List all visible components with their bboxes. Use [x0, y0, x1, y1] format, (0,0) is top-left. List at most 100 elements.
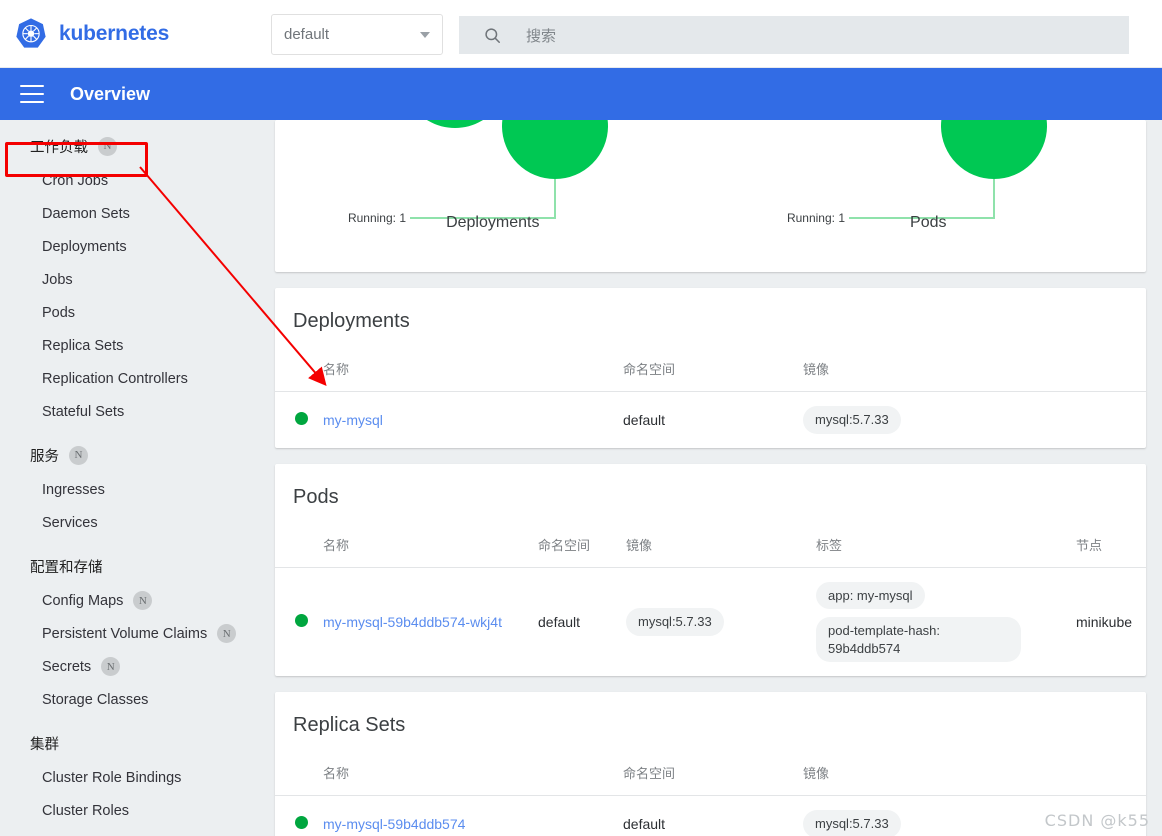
sidebar-item-label: Storage Classes [42, 691, 149, 708]
namespace-selected-value: default [284, 26, 330, 43]
table-row[interactable]: my-mysql default mysql:5.7.33 [275, 392, 1146, 448]
page-title: Overview [70, 83, 151, 104]
sidebar-group-services[interactable]: 服务 N [0, 437, 261, 473]
label-chip-app: app: my-mysql [816, 581, 925, 610]
sidebar-item-cluster-roles[interactable]: Cluster Roles [0, 794, 261, 827]
sidebar-item-storage-classes[interactable]: Storage Classes [0, 683, 261, 716]
sidebar-item-stateful-sets[interactable]: Stateful Sets [0, 395, 261, 428]
pods-table: 名称 命名空间 镜像 标签 节点 my-mysql-59b4ddb574-wkj… [275, 524, 1146, 677]
kubernetes-helm-logo [16, 17, 46, 48]
sidebar-item-label: Pods [42, 304, 76, 321]
sidebar-group-cluster[interactable]: 集群 [0, 725, 261, 761]
sidebar-item-persistent-volume-claims[interactable]: Persistent Volume Claims N [0, 617, 261, 650]
deployment-name-cell: my-mysql [323, 392, 623, 448]
sidebar-item-label: Ingresses [42, 481, 105, 498]
workload-status-charts-card: Running: 1 Deployments Running: 1 Pods [275, 120, 1146, 272]
column-header-name[interactable]: 名称 [323, 753, 623, 797]
pod-name-link[interactable]: my-mysql-59b4ddb574-wkj4t [323, 614, 502, 630]
sidebar-group-label: 集群 [30, 736, 59, 753]
search-bar[interactable]: 搜索 [459, 16, 1129, 54]
deployments-status-chart: Running: 1 Deployments [275, 120, 711, 272]
pods-section-title: Pods [293, 485, 339, 508]
pod-namespace-cell: default [538, 613, 581, 630]
namespace-selector[interactable]: default [271, 14, 443, 55]
table-header-row: 名称 命名空间 镜像 [275, 349, 1146, 392]
pods-card: Pods 名称 命名空间 镜像 标签 节点 my-mysql-59b4ddb57… [275, 463, 1146, 677]
column-header-node[interactable]: 节点 [1076, 524, 1146, 568]
sidebar-item-replica-sets[interactable]: Replica Sets [0, 329, 261, 362]
replica-set-image-cell: mysql:5.7.33 [803, 796, 1146, 836]
image-chip: mysql:5.7.33 [803, 810, 901, 836]
hamburger-menu-icon[interactable] [20, 85, 44, 103]
table-row[interactable]: my-mysql-59b4ddb574-wkj4t default mysql:… [275, 567, 1146, 676]
column-header-name[interactable]: 名称 [323, 524, 538, 568]
replica-sets-section-title: Replica Sets [293, 714, 406, 737]
sidebar-item-label: Jobs [42, 271, 73, 288]
status-column-header [275, 524, 323, 568]
pod-labels-cell: app: my-mysql pod-template-hash: 59b4ddb… [816, 567, 1076, 676]
sidebar-item-secrets[interactable]: Secrets N [0, 650, 261, 683]
column-header-namespace[interactable]: 命名空间 [623, 349, 803, 392]
chevron-down-icon [420, 31, 430, 38]
table-header-row: 名称 命名空间 镜像 [275, 753, 1146, 797]
sidebar-item-label: Cluster Roles [42, 802, 130, 819]
pod-node-cell: minikube [1076, 613, 1133, 630]
deployments-table-head: 名称 命名空间 镜像 [275, 349, 1146, 392]
status-cell [275, 796, 323, 836]
pods-status-chart: Running: 1 Pods [711, 120, 1147, 272]
sidebar-item-label: Cron Jobs [42, 172, 109, 189]
pods-donut-svg: Running: 1 [786, 120, 1047, 225]
label-chip-stack: app: my-mysql pod-template-hash: 59b4ddb… [816, 581, 1076, 663]
column-header-image[interactable]: 镜像 [803, 349, 1146, 392]
table-header-row: 名称 命名空间 镜像 标签 节点 [275, 524, 1146, 568]
sidebar-item-daemon-sets[interactable]: Daemon Sets [0, 197, 261, 230]
sidebar-group-label: 工作负载 [30, 139, 88, 156]
main-content: Running: 1 Deployments Running: 1 Pods D… [261, 120, 1162, 836]
deployments-section-title: Deployments [293, 310, 410, 332]
image-chip: mysql:5.7.33 [626, 608, 724, 636]
status-column-header [275, 349, 323, 392]
replica-set-namespace-cell: default [623, 815, 666, 832]
table-row[interactable]: my-mysql-59b4ddb574 default mysql:5.7.33 [275, 796, 1146, 836]
replica-sets-table-head: 名称 命名空间 镜像 [275, 753, 1146, 797]
column-header-image[interactable]: 镜像 [626, 524, 816, 568]
sidebar-item-cluster-role-bindings[interactable]: Cluster Role Bindings [0, 761, 261, 794]
sidebar-item-replication-controllers[interactable]: Replication Controllers [0, 362, 261, 395]
deployments-chart-caption: Deployments [446, 214, 540, 231]
sidebar-item-jobs[interactable]: Jobs [0, 263, 261, 296]
deployments-table: 名称 命名空间 镜像 my-mysql default mysql:5.7.33 [275, 349, 1146, 448]
column-header-namespace[interactable]: 命名空间 [623, 753, 803, 797]
brand-name: kubernetes [59, 21, 170, 45]
deployments-table-body: my-mysql default mysql:5.7.33 [275, 392, 1146, 448]
sidebar-group-label: 配置和存储 [30, 559, 103, 576]
status-cell [275, 392, 323, 448]
replica-set-name-link[interactable]: my-mysql-59b4ddb574 [323, 816, 465, 832]
deployment-namespace-cell: default [623, 411, 666, 428]
deployment-name-link[interactable]: my-mysql [323, 412, 383, 428]
pods-table-body: my-mysql-59b4ddb574-wkj4t default mysql:… [275, 567, 1146, 676]
status-running-dot [295, 613, 308, 627]
sidebar-item-config-maps[interactable]: Config Maps N [0, 584, 261, 617]
column-header-image[interactable]: 镜像 [803, 753, 1146, 797]
sidebar-item-label: Daemon Sets [42, 205, 130, 222]
column-header-namespace[interactable]: 命名空间 [538, 524, 626, 568]
status-column-header [275, 753, 323, 797]
status-running-dot [295, 815, 308, 829]
sidebar-item-deployments[interactable]: Deployments [0, 230, 261, 263]
sidebar-item-label: Cluster Role Bindings [42, 769, 182, 786]
sidebar-item-label: Replica Sets [42, 337, 124, 354]
sidebar-item-services[interactable]: Services [0, 506, 261, 539]
column-header-labels[interactable]: 标签 [816, 524, 1076, 568]
sidebar-group-workloads[interactable]: 工作负载 N [0, 128, 261, 164]
replica-set-name-cell: my-mysql-59b4ddb574 [323, 796, 623, 836]
sidebar-item-pods[interactable]: Pods [0, 296, 261, 329]
sidebar-group-config-storage[interactable]: 配置和存储 [0, 548, 261, 584]
sidebar-item-cron-jobs[interactable]: Cron Jobs [0, 164, 261, 197]
column-header-name[interactable]: 名称 [323, 349, 623, 392]
sidebar-item-ingresses[interactable]: Ingresses [0, 473, 261, 506]
brand-logo-area[interactable]: kubernetes [14, 17, 256, 51]
pod-name-cell: my-mysql-59b4ddb574-wkj4t [323, 567, 538, 676]
